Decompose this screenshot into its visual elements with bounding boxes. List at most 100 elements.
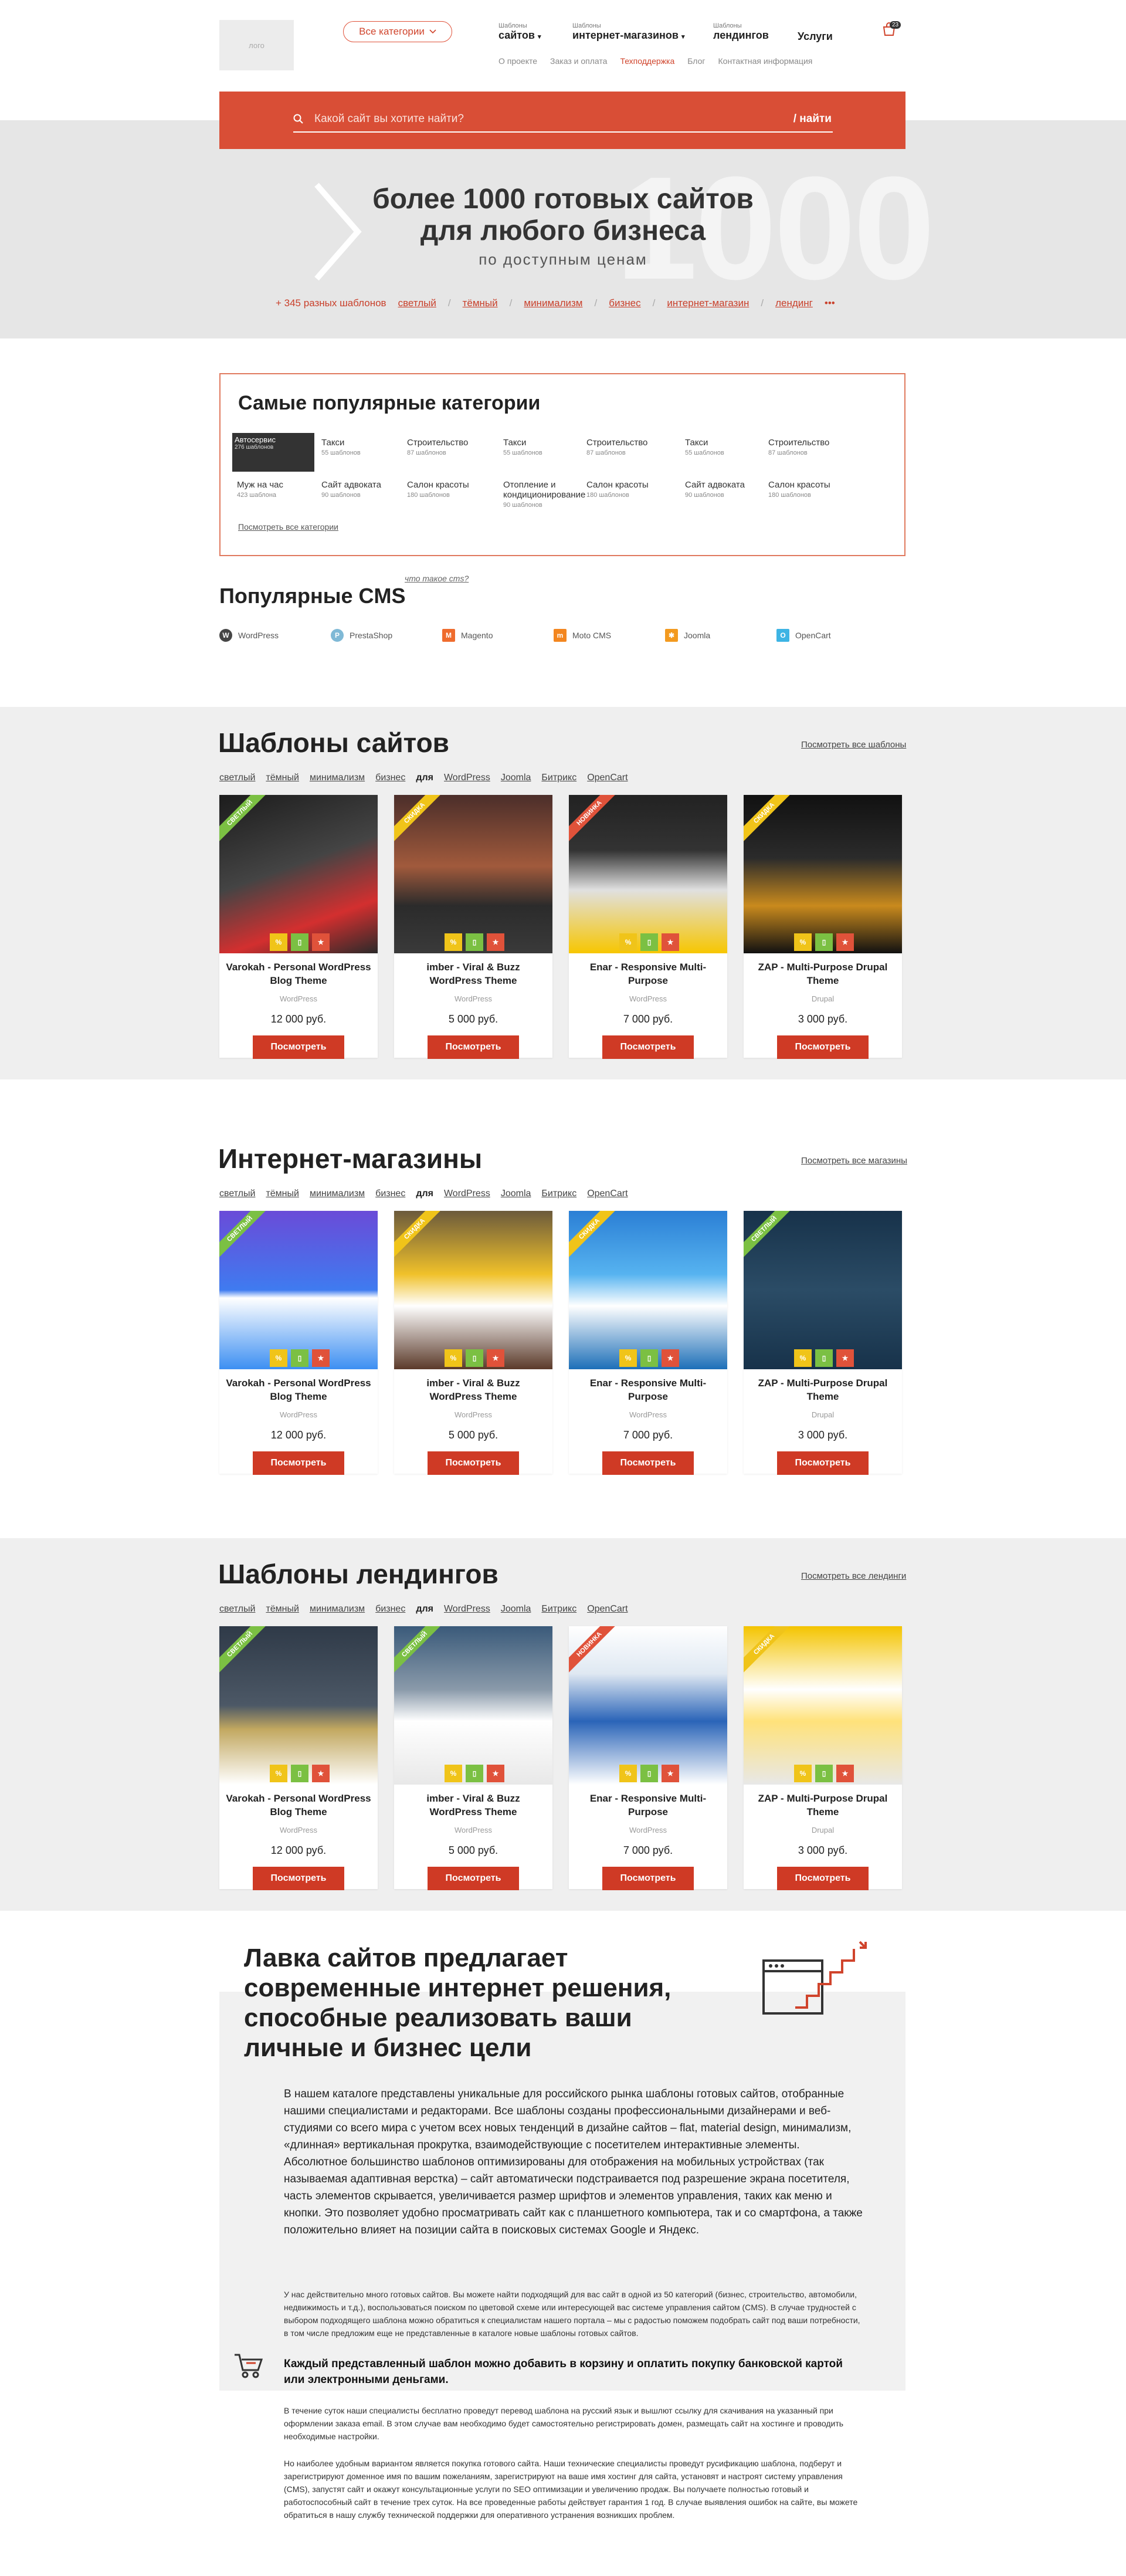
nav-site-templates[interactable]: Шаблоны сайтов ▾	[498, 22, 541, 42]
cms-item-prestashop[interactable]: P PrestaShop	[331, 629, 442, 642]
view-button[interactable]: Посмотреть	[428, 1451, 519, 1475]
what-is-cms-link[interactable]: что такое cms?	[405, 574, 469, 583]
card-title[interactable]: Enar - Responsive Multi-Purpose	[575, 960, 721, 987]
filter-link[interactable]: бизнес	[375, 773, 405, 783]
category-item[interactable]: Такси 55 шаблонов	[321, 438, 409, 456]
view-button[interactable]: Посмотреть	[602, 1035, 694, 1059]
hero-tag[interactable]: минимализм	[524, 297, 582, 309]
filter-cms-link[interactable]: Битрикс	[541, 1604, 576, 1614]
template-preview[interactable]: СВЕТЛЫЙ % ▯ ★	[219, 795, 378, 953]
card-title[interactable]: ZAP - Multi-Purpose Drupal Theme	[749, 1376, 896, 1403]
template-preview[interactable]: СКИДКА % ▯ ★	[394, 795, 552, 953]
filter-cms-link[interactable]: OpenCart	[587, 1189, 628, 1199]
search-button[interactable]: / найти	[793, 113, 832, 126]
filter-link[interactable]: тёмный	[266, 773, 299, 783]
filter-link[interactable]: светлый	[219, 1604, 255, 1614]
hero-tag[interactable]: светлый	[398, 297, 436, 309]
filter-link[interactable]: минимализм	[310, 1189, 365, 1199]
view-button[interactable]: Посмотреть	[602, 1451, 694, 1475]
template-preview[interactable]: СКИДКА % ▯ ★	[569, 1211, 727, 1369]
cart-button[interactable]: 23	[881, 21, 901, 40]
template-preview[interactable]: НОВИНКА % ▯ ★	[569, 795, 727, 953]
card-title[interactable]: Varokah - Personal WordPress Blog Theme	[225, 1376, 372, 1403]
card-title[interactable]: Varokah - Personal WordPress Blog Theme	[225, 1792, 372, 1819]
template-preview[interactable]: СВЕТЛЫЙ % ▯ ★	[219, 1211, 378, 1369]
subnav-support[interactable]: Техподдержка	[620, 56, 674, 66]
hero-tag[interactable]: интернет-магазин	[667, 297, 749, 309]
hero-tag[interactable]: бизнес	[609, 297, 640, 309]
filter-cms-link[interactable]: OpenCart	[587, 1604, 628, 1614]
filter-cms-link[interactable]: WordPress	[444, 1189, 490, 1199]
filter-link[interactable]: бизнес	[375, 1604, 405, 1614]
section-view-all-link[interactable]: Посмотреть все шаблоны	[801, 740, 906, 750]
view-button[interactable]: Посмотреть	[777, 1867, 869, 1890]
filter-cms-link[interactable]: Joomla	[501, 1189, 531, 1199]
hero-count-link[interactable]: + 345 разных шаблонов	[276, 297, 386, 309]
view-button[interactable]: Посмотреть	[253, 1867, 344, 1890]
card-title[interactable]: Varokah - Personal WordPress Blog Theme	[225, 960, 372, 987]
category-item[interactable]: Отопление и кондиционирование 90 шаблонов	[503, 480, 585, 509]
template-preview[interactable]: СКИДКА % ▯ ★	[744, 1626, 902, 1785]
filter-link[interactable]: тёмный	[266, 1189, 299, 1199]
category-item[interactable]: Салон красоты 180 шаблонов	[768, 480, 856, 499]
category-item[interactable]: Сайт адвоката 90 шаблонов	[321, 480, 409, 499]
category-item[interactable]: Строительство 87 шаблонов	[407, 438, 495, 456]
view-button[interactable]: Посмотреть	[253, 1451, 344, 1475]
cms-item-opencart[interactable]: O OpenCart	[776, 629, 888, 642]
filter-link[interactable]: тёмный	[266, 1604, 299, 1614]
nav-shop-templates[interactable]: Шаблоны интернет-магазинов ▾	[572, 22, 685, 42]
section-view-all-link[interactable]: Посмотреть все магазины	[801, 1156, 907, 1166]
category-item[interactable]: Такси 55 шаблонов	[685, 438, 773, 456]
cms-item-motocms[interactable]: m Moto CMS	[554, 629, 665, 642]
template-preview[interactable]: СВЕТЛЫЙ % ▯ ★	[394, 1626, 552, 1785]
template-preview[interactable]: СВЕТЛЫЙ % ▯ ★	[219, 1626, 378, 1785]
all-categories-button[interactable]: Все категории	[343, 21, 452, 42]
category-item[interactable]: Такси 55 шаблонов	[503, 438, 591, 456]
category-item[interactable]: Сайт адвоката 90 шаблонов	[685, 480, 773, 499]
search-input[interactable]: Какой сайт вы хотите найти?	[314, 113, 464, 126]
hero-more-tags[interactable]: •••	[825, 297, 835, 309]
subnav-blog[interactable]: Блог	[687, 56, 705, 66]
view-button[interactable]: Посмотреть	[602, 1867, 694, 1890]
card-title[interactable]: imber - Viral & Buzz WordPress Theme	[400, 1792, 547, 1819]
section-view-all-link[interactable]: Посмотреть все лендинги	[801, 1571, 906, 1581]
filter-cms-link[interactable]: WordPress	[444, 1604, 490, 1614]
filter-link[interactable]: светлый	[219, 773, 255, 783]
view-button[interactable]: Посмотреть	[428, 1035, 519, 1059]
nav-services[interactable]: Услуги	[798, 31, 833, 43]
card-title[interactable]: imber - Viral & Buzz WordPress Theme	[400, 960, 547, 987]
category-item[interactable]: Салон красоты 180 шаблонов	[586, 480, 674, 499]
filter-link[interactable]: светлый	[219, 1189, 255, 1199]
cms-item-joomla[interactable]: ✱ Joomla	[665, 629, 776, 642]
subnav-contacts[interactable]: Контактная информация	[718, 56, 813, 66]
view-button[interactable]: Посмотреть	[253, 1035, 344, 1059]
category-item[interactable]: Салон красоты 180 шаблонов	[407, 480, 495, 499]
cms-item-wordpress[interactable]: W WordPress	[219, 629, 331, 642]
category-item[interactable]: Муж на час 423 шаблона	[237, 480, 325, 499]
card-title[interactable]: imber - Viral & Buzz WordPress Theme	[400, 1376, 547, 1403]
template-preview[interactable]: НОВИНКА % ▯ ★	[569, 1626, 727, 1785]
card-title[interactable]: Enar - Responsive Multi-Purpose	[575, 1792, 721, 1819]
filter-link[interactable]: минимализм	[310, 773, 365, 783]
category-thumb-autoservice[interactable]: Автосервис 276 шаблонов	[232, 433, 314, 472]
filter-cms-link[interactable]: Битрикс	[541, 773, 576, 783]
all-categories-link[interactable]: Посмотреть все категории	[238, 522, 338, 532]
view-button[interactable]: Посмотреть	[777, 1035, 869, 1059]
filter-cms-link[interactable]: Joomla	[501, 773, 531, 783]
filter-link[interactable]: бизнес	[375, 1189, 405, 1199]
filter-cms-link[interactable]: Битрикс	[541, 1189, 576, 1199]
hero-tag[interactable]: тёмный	[463, 297, 498, 309]
template-preview[interactable]: СВЕТЛЫЙ % ▯ ★	[744, 1211, 902, 1369]
view-button[interactable]: Посмотреть	[428, 1867, 519, 1890]
hero-tag[interactable]: лендинг	[775, 297, 813, 309]
filter-cms-link[interactable]: WordPress	[444, 773, 490, 783]
filter-cms-link[interactable]: Joomla	[501, 1604, 531, 1614]
template-preview[interactable]: СКИДКА % ▯ ★	[394, 1211, 552, 1369]
filter-cms-link[interactable]: OpenCart	[587, 773, 628, 783]
card-title[interactable]: ZAP - Multi-Purpose Drupal Theme	[749, 960, 896, 987]
template-preview[interactable]: СКИДКА % ▯ ★	[744, 795, 902, 953]
category-item[interactable]: Строительство 87 шаблонов	[586, 438, 674, 456]
subnav-order[interactable]: Заказ и оплата	[550, 56, 607, 66]
card-title[interactable]: Enar - Responsive Multi-Purpose	[575, 1376, 721, 1403]
card-title[interactable]: ZAP - Multi-Purpose Drupal Theme	[749, 1792, 896, 1819]
